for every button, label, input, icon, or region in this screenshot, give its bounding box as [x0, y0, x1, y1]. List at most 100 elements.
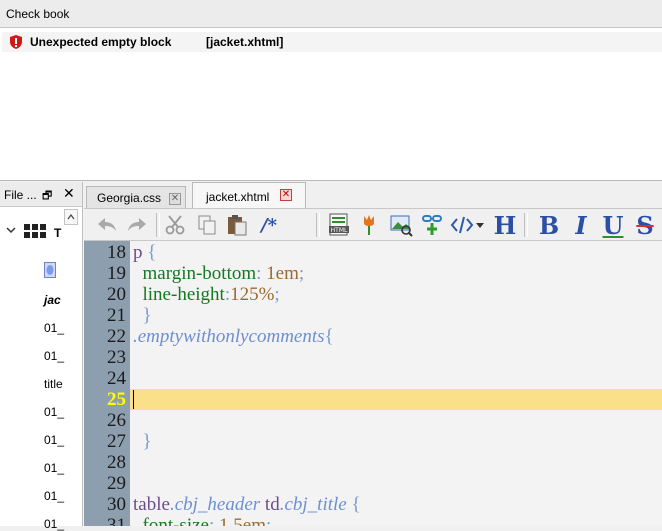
check-book-title: Check book: [0, 0, 662, 28]
insert-clip-button[interactable]: [356, 212, 382, 238]
code-dropdown-button[interactable]: [474, 212, 486, 238]
code-token: p: [133, 242, 143, 263]
tab-georgia-css[interactable]: Georgia.css ✕: [86, 186, 186, 208]
tree-item[interactable]: 01_: [44, 321, 64, 335]
chevron-down-icon: [476, 222, 484, 228]
line-number: 21: [107, 305, 126, 326]
tree-item-title[interactable]: title: [44, 377, 63, 391]
redo-icon: [128, 218, 146, 231]
error-list-item[interactable]: Unexpected empty block [jacket.xhtml]: [2, 32, 662, 52]
code-line[interactable]: }: [133, 431, 152, 453]
tulip-icon: [364, 215, 374, 235]
code-token: line-height: [133, 284, 225, 305]
code-token: ;: [265, 515, 272, 526]
tree-item[interactable]: 01_: [44, 461, 64, 475]
code-editor[interactable]: 18 19 20 21 22 23 24 25 26 27 28 29 30 31 p { margin-…: [84, 241, 662, 526]
insert-code-button[interactable]: [450, 212, 476, 238]
line-number: 24: [107, 368, 126, 389]
strikethrough-icon: S: [636, 210, 654, 240]
line-number: 22: [107, 326, 126, 347]
copy-button[interactable]: [194, 212, 220, 238]
code-line[interactable]: line-height:125%;: [133, 284, 280, 306]
copy-icon: [198, 215, 216, 235]
tab-jacket-xhtml[interactable]: jacket.xhtml ✕: [192, 182, 306, 208]
float-window-icon[interactable]: 🗗: [42, 187, 52, 206]
scroll-up-button[interactable]: [64, 209, 78, 225]
heading-icon: H: [493, 210, 517, 240]
html-file-icon: HTML: [329, 213, 349, 236]
tab-close-icon[interactable]: ✕: [280, 189, 292, 201]
undo-icon: [98, 218, 116, 231]
insert-html-button[interactable]: HTML: [326, 212, 352, 238]
tree-item[interactable]: 01_: [44, 349, 64, 363]
cut-button[interactable]: [162, 212, 188, 238]
code-token: 1.5em: [214, 515, 266, 526]
code-token: font-size: [133, 515, 209, 526]
comment-button[interactable]: /*: [256, 212, 282, 238]
line-number: 29: [107, 473, 126, 494]
code-token: table: [133, 494, 170, 515]
tree-item[interactable]: 01_: [44, 405, 64, 419]
tab-close-icon[interactable]: ✕: [169, 193, 181, 205]
code-line[interactable]: table.cbj_header td.cbj_title {: [133, 494, 361, 516]
code-token: {: [324, 326, 334, 347]
code-line[interactable]: }: [133, 305, 152, 327]
tree-item[interactable]: 01_: [44, 433, 64, 447]
line-number: 31: [107, 515, 126, 526]
text-caret: [133, 390, 134, 409]
underline-button[interactable]: U: [600, 211, 626, 240]
code-token: td: [260, 494, 280, 515]
link-add-icon: [422, 215, 442, 235]
error-shield-icon: [8, 34, 24, 50]
code-line[interactable]: margin-bottom: 1em;: [133, 263, 305, 285]
image-icon: [390, 215, 413, 237]
tab-label: jacket.xhtml: [206, 190, 270, 204]
paste-button[interactable]: [224, 212, 250, 238]
editor-toolbar: /* HTML H B I U S: [84, 208, 662, 241]
line-number: 23: [107, 347, 126, 368]
insert-image-button[interactable]: [388, 212, 414, 238]
file-tree: T jac 01_ 01_ title 01_ 01_ 01_ 01_ 01_: [0, 209, 80, 531]
close-icon[interactable]: ✕: [63, 185, 75, 202]
current-line-highlight: [130, 389, 662, 410]
chevron-down-icon[interactable]: [6, 226, 16, 237]
line-number: 18: [107, 242, 126, 263]
undo-button[interactable]: [94, 212, 120, 238]
code-token: .emptywithonlycomments: [133, 326, 325, 347]
file-browser-panel: File ... 🗗 ✕ T jac 01_ 01_ title 01_ 01_…: [0, 182, 83, 531]
image-file-icon[interactable]: [44, 262, 56, 281]
line-number: 20: [107, 284, 126, 305]
scissors-icon: [165, 215, 185, 235]
code-line[interactable]: font-size: 1.5em;: [133, 515, 272, 526]
redo-button[interactable]: [124, 212, 150, 238]
tree-item[interactable]: 01_: [44, 489, 64, 503]
file-browser-header: File ... 🗗 ✕: [0, 182, 82, 207]
bold-button[interactable]: B: [536, 211, 562, 240]
check-book-panel: Check book Unexpected empty block [jacke…: [0, 0, 662, 181]
line-number: 19: [107, 263, 126, 284]
italic-button[interactable]: I: [568, 211, 594, 240]
toolbar-separator: [156, 213, 160, 237]
toolbar-separator: [524, 213, 528, 237]
code-icon: [450, 216, 474, 234]
line-number: 26: [107, 410, 126, 431]
code-token: .cbj_title: [279, 494, 347, 515]
line-number: 28: [107, 452, 126, 473]
line-number-gutter: 18 19 20 21 22 23 24 25 26 27 28 29 30 31: [84, 241, 130, 526]
tab-label: Georgia.css: [97, 191, 162, 205]
insert-link-button[interactable]: [420, 212, 446, 238]
tree-item-jacket[interactable]: jac: [44, 293, 61, 307]
file-browser-title: File ...: [4, 188, 37, 202]
code-token: {: [142, 242, 157, 263]
tree-item[interactable]: 01_: [44, 517, 64, 531]
code-token: margin-bottom: [133, 263, 257, 284]
code-line[interactable]: p {: [133, 242, 156, 264]
heading-button[interactable]: H: [492, 210, 518, 240]
strikethrough-button[interactable]: S: [632, 210, 658, 240]
code-token: }: [133, 305, 152, 326]
tree-root-label[interactable]: T: [54, 226, 61, 240]
code-line[interactable]: .emptywithonlycomments{: [133, 326, 334, 348]
code-token: {: [346, 494, 361, 515]
comment-icon: /*: [261, 214, 277, 236]
line-number: 25: [107, 389, 126, 410]
